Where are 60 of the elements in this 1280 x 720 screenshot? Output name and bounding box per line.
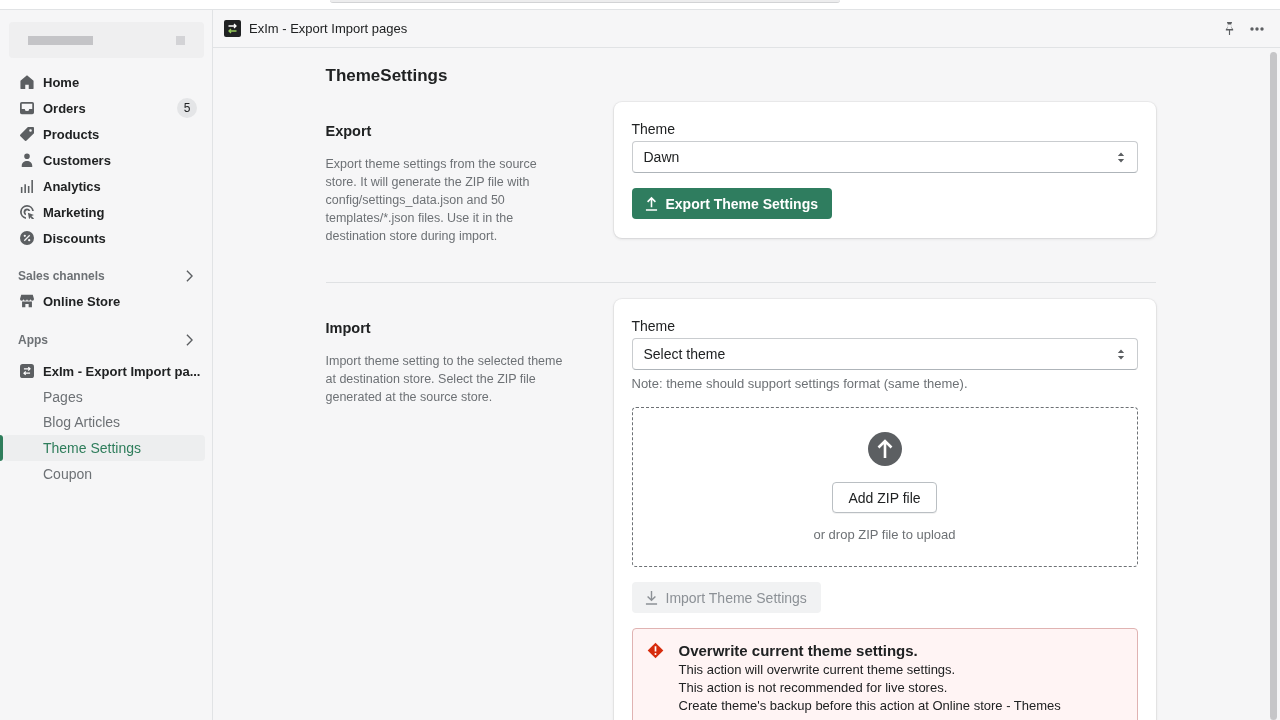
chevron-right-icon[interactable] bbox=[186, 270, 193, 282]
target-cursor-icon bbox=[20, 205, 34, 219]
section-heading: Apps bbox=[18, 333, 48, 347]
file-dropzone[interactable]: Add ZIP file or drop ZIP file to upload bbox=[631, 407, 1138, 567]
pin-icon[interactable] bbox=[1225, 22, 1234, 35]
nav-item[interactable]: Customers bbox=[3, 147, 205, 173]
person-icon bbox=[20, 153, 34, 167]
home-icon bbox=[20, 75, 34, 89]
section-description: Import theme setting to the selected theme at destination store. Select the ZIP file generated at the source store. bbox=[325, 353, 564, 406]
chevron-right-icon[interactable] bbox=[186, 334, 193, 346]
dropzone-hint: or drop ZIP file to upload bbox=[813, 527, 956, 542]
section-description: Export theme settings from the source store. It will generate the ZIP file with config/settings_data.json and 50 templates/*.json files. Use it in the destination store during import. bbox=[325, 156, 538, 245]
select-arrows-icon bbox=[1116, 151, 1125, 163]
nav-item[interactable]: ExIm - Export Import pa... bbox=[3, 359, 205, 383]
banner-text: This action is not recommended for live stores. bbox=[678, 679, 949, 697]
field-note: Note: theme should support settings format (same theme). bbox=[631, 375, 969, 393]
tag-icon bbox=[20, 127, 34, 141]
redacted-square-icon bbox=[176, 35, 185, 45]
nav-item[interactable]: Marketing bbox=[3, 199, 205, 225]
selection-indicator bbox=[0, 435, 3, 461]
nav-item[interactable]: Analytics bbox=[3, 173, 205, 199]
sidebar-subitem[interactable]: Pages bbox=[3, 384, 205, 410]
app-title: ExIm - Export Import pages bbox=[249, 21, 408, 36]
bar-chart-icon bbox=[20, 179, 34, 193]
download-icon bbox=[644, 590, 658, 605]
section-heading: Export bbox=[325, 122, 373, 141]
select-arrows-icon bbox=[1116, 348, 1125, 360]
app-arrows-icon bbox=[20, 364, 34, 378]
redacted-text-icon bbox=[28, 35, 93, 45]
nav-item[interactable]: Discounts bbox=[3, 225, 205, 251]
field-label: Theme bbox=[631, 120, 677, 138]
banner-text: Create theme's backup before this action at Online store - Themes bbox=[678, 697, 1061, 715]
inbox-icon bbox=[20, 101, 34, 115]
export-button[interactable]: Export Theme Settings bbox=[631, 188, 832, 219]
warning-diamond-icon bbox=[646, 642, 664, 659]
page-title: ThemeSettings bbox=[325, 65, 449, 87]
sidebar-subitem[interactable]: Blog Articles bbox=[3, 409, 205, 436]
nav-item[interactable]: Home bbox=[3, 69, 205, 95]
store-switcher[interactable] bbox=[9, 22, 204, 58]
app-arrows-icon bbox=[224, 20, 241, 37]
nav-item[interactable]: Products bbox=[3, 121, 205, 147]
sidebar-subitem[interactable]: Theme Settings bbox=[3, 435, 205, 461]
field-label: Theme bbox=[631, 317, 677, 335]
banner-title: Overwrite current theme settings. bbox=[678, 641, 919, 661]
nav-item[interactable]: Orders 5 bbox=[3, 95, 205, 121]
upload-icon bbox=[644, 196, 658, 211]
more-icon[interactable] bbox=[1250, 26, 1264, 31]
add-file-button[interactable]: Add ZIP file bbox=[832, 482, 937, 513]
nav-item[interactable]: Online Store bbox=[3, 288, 205, 314]
section-heading: Import bbox=[325, 319, 372, 338]
storefront-icon bbox=[20, 294, 34, 308]
theme-select[interactable]: Select theme bbox=[631, 338, 1138, 370]
section-heading: Sales channels bbox=[18, 269, 105, 283]
upload-arrow-circle-icon bbox=[867, 432, 902, 466]
theme-select[interactable]: Dawn bbox=[631, 141, 1138, 173]
sidebar-subitem[interactable]: Coupon bbox=[3, 460, 205, 487]
scrollbar-thumb[interactable] bbox=[1270, 52, 1277, 720]
discount-icon bbox=[20, 231, 34, 245]
banner-text: This action will overwrite current theme settings. bbox=[678, 661, 957, 679]
count-badge: 5 bbox=[177, 98, 197, 118]
